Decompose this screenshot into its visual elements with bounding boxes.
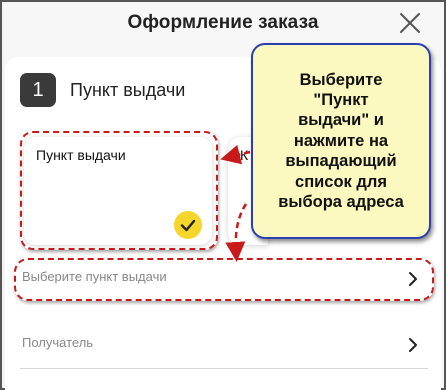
step-title: Пункт выдачи [70,80,186,100]
delivery-option-label: К [240,147,249,163]
instruction-callout: Выберите "Пункт выдачи" и нажмите на вып… [251,43,431,239]
page-title: Оформление заказа [127,12,319,33]
close-icon[interactable] [398,11,422,35]
highlight-pickup-dropdown [14,258,434,301]
step-number-badge: 1 [20,73,56,107]
instruction-text: Выберите "Пункт выдачи" и нажмите на вып… [278,70,404,212]
highlight-pickup-option [20,131,218,250]
chevron-right-icon[interactable] [406,337,420,353]
recipient-row[interactable]: Получатель [22,335,93,350]
row-divider [20,368,428,369]
